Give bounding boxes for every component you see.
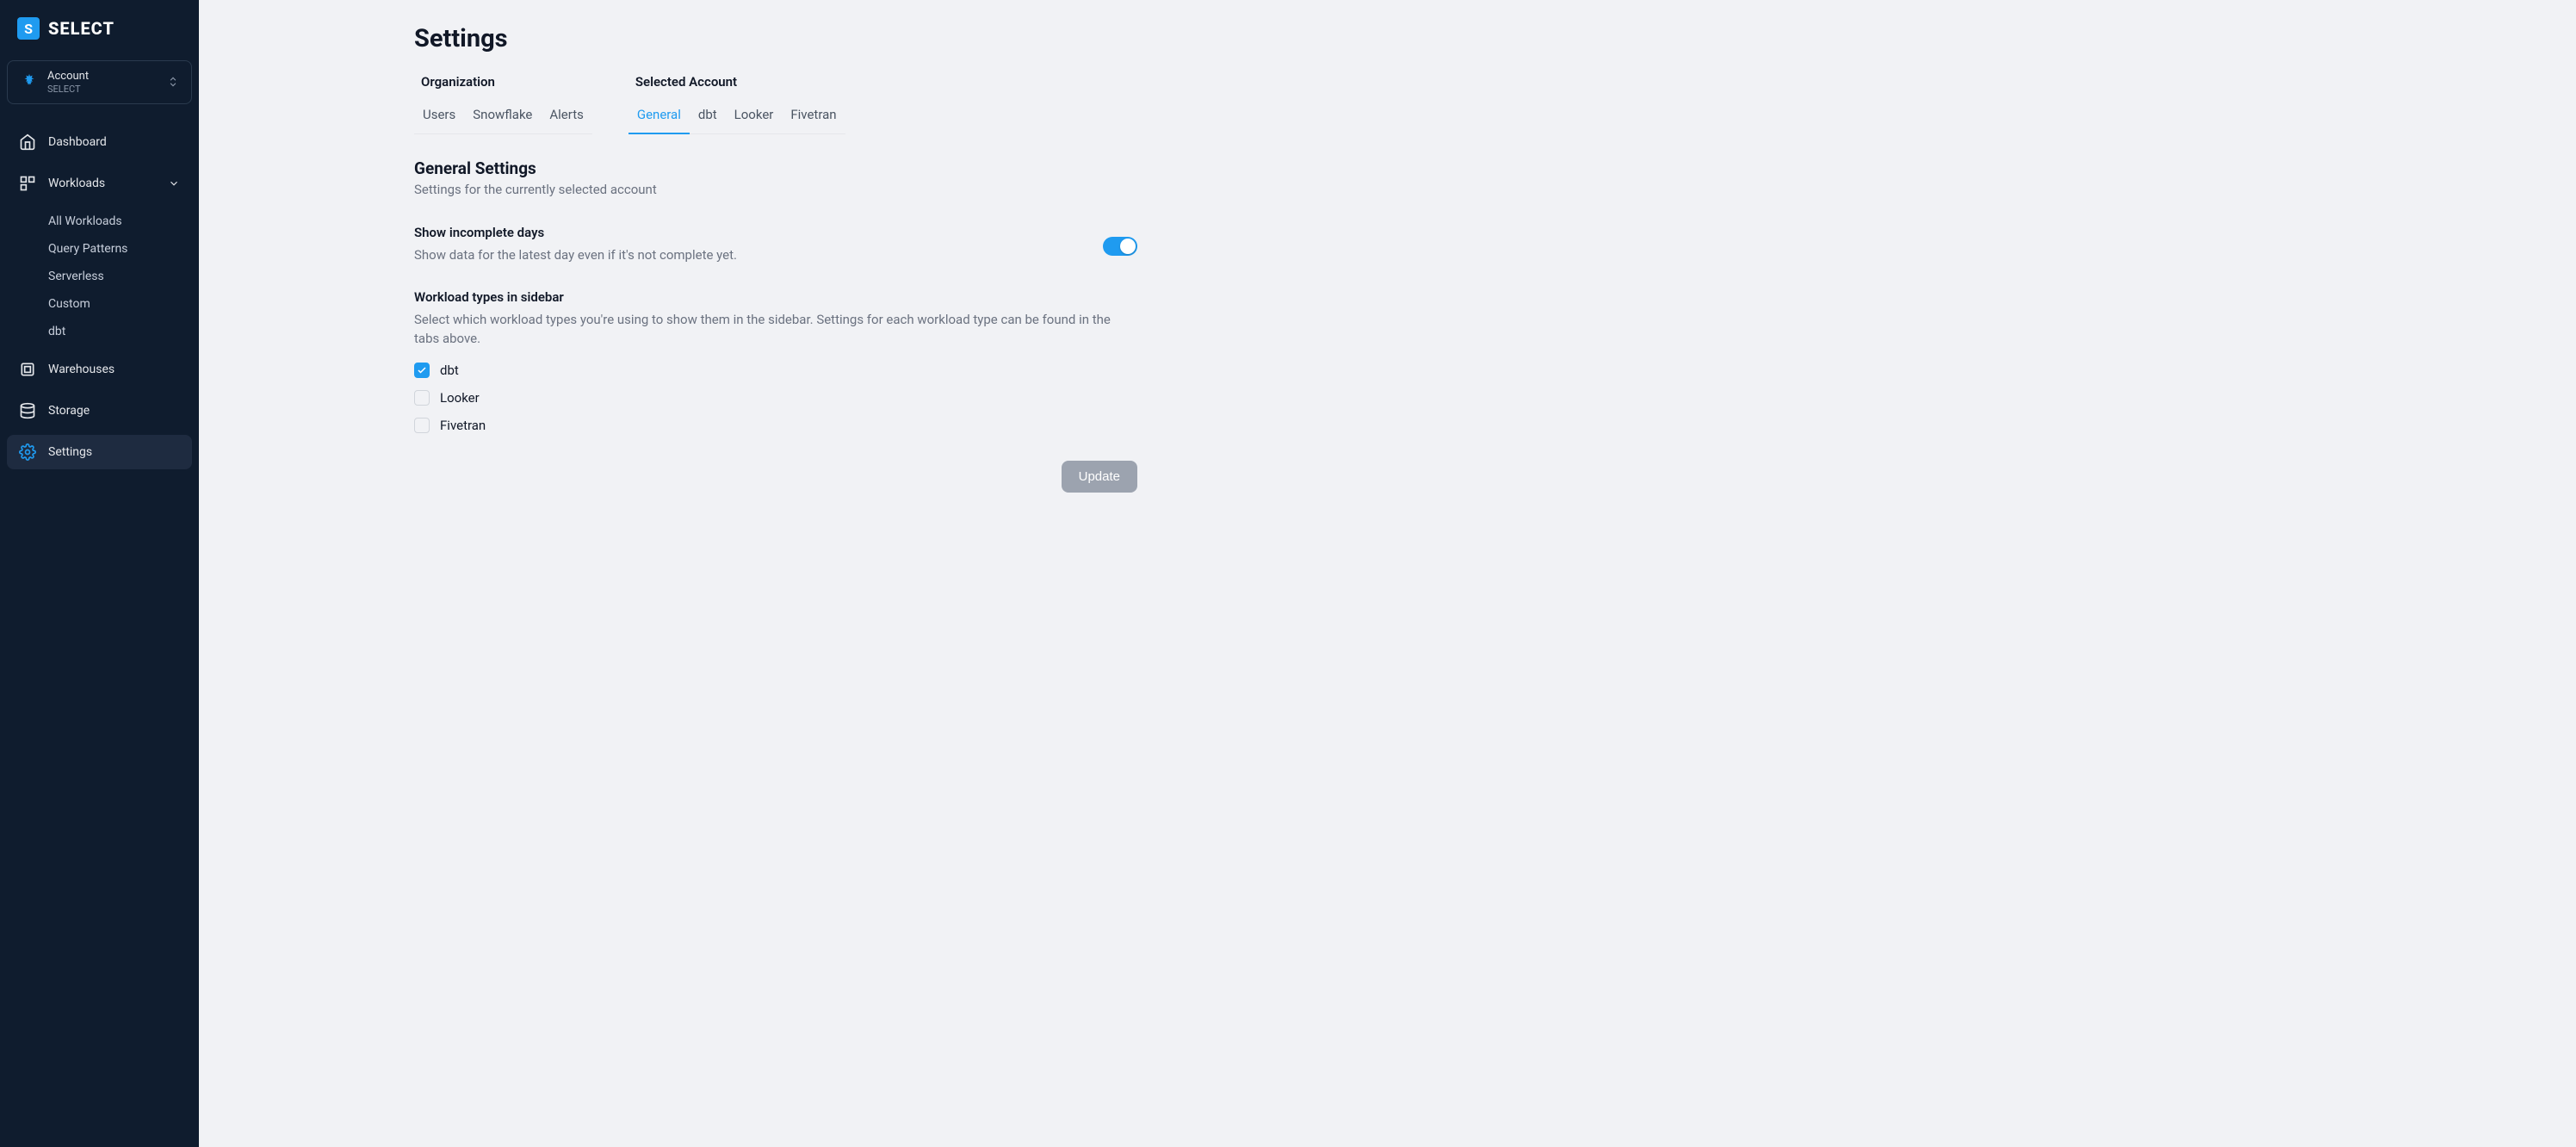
page-title: Settings <box>414 24 1137 53</box>
checkbox-label: Looker <box>440 390 480 406</box>
setting-incomplete-days: Show incomplete days Show data for the l… <box>414 225 1137 265</box>
tab-label: Snowflake <box>473 107 532 122</box>
storage-icon <box>19 402 36 419</box>
account-label: Account <box>47 70 158 84</box>
checkbox-looker[interactable] <box>414 390 430 406</box>
tab-label: Users <box>423 107 455 122</box>
sidebar-item-label: Settings <box>48 445 92 459</box>
update-button-label: Update <box>1079 469 1120 484</box>
sidebar-sub-item-query-patterns[interactable]: Query Patterns <box>7 235 192 263</box>
tab-label: dbt <box>698 107 717 122</box>
sidebar-sub-item-all-workloads[interactable]: All Workloads <box>7 208 192 235</box>
tab-users[interactable]: Users <box>414 100 464 134</box>
tab-label: Alerts <box>549 107 584 122</box>
organization-tabs: Users Snowflake Alerts <box>414 100 592 134</box>
brand-logo: S SELECT <box>7 17 192 40</box>
tab-group-title: Organization <box>414 74 592 90</box>
snowflake-icon <box>20 72 39 91</box>
sidebar-sub-label: Serverless <box>48 270 104 283</box>
button-row: Update <box>414 461 1137 493</box>
main-content: Settings Organization Users Snowflake Al… <box>199 0 2576 1147</box>
setting-desc: Show data for the latest day even if it'… <box>414 245 1068 265</box>
brand-logo-mark: S <box>17 17 40 40</box>
sidebar-sub-label: Query Patterns <box>48 242 127 256</box>
tab-label: Looker <box>734 107 774 122</box>
update-button[interactable]: Update <box>1062 461 1137 493</box>
checkbox-label: Fivetran <box>440 418 486 433</box>
tab-label: General <box>637 107 681 122</box>
check-icon <box>417 365 427 375</box>
checkbox-row-looker[interactable]: Looker <box>414 390 1137 406</box>
setting-desc: Select which workload types you're using… <box>414 310 1137 349</box>
tab-groups: Organization Users Snowflake Alerts Sele… <box>414 74 1137 134</box>
sidebar-item-label: Warehouses <box>48 363 115 376</box>
sidebar-sub-item-custom[interactable]: Custom <box>7 290 192 318</box>
sidebar-item-warehouses[interactable]: Warehouses <box>7 352 192 387</box>
tab-group-organization: Organization Users Snowflake Alerts <box>414 74 592 134</box>
brand-logo-text: SELECT <box>48 18 115 39</box>
tab-label: Fivetran <box>790 107 836 122</box>
toggle-incomplete-days[interactable] <box>1103 237 1137 256</box>
checkbox-row-dbt[interactable]: dbt <box>414 363 1137 378</box>
sidebar-item-label: Storage <box>48 404 90 418</box>
sidebar-item-label: Workloads <box>48 177 105 190</box>
tab-dbt[interactable]: dbt <box>690 100 726 134</box>
sidebar-item-dashboard[interactable]: Dashboard <box>7 125 192 159</box>
gear-icon <box>19 443 36 461</box>
setting-title: Show incomplete days <box>414 225 1068 240</box>
sidebar-sub-label: dbt <box>48 325 65 338</box>
sidebar-sub-item-dbt[interactable]: dbt <box>7 318 192 345</box>
sidebar: S SELECT Account SELECT Dashboard Worklo… <box>0 0 199 1147</box>
checkbox-label: dbt <box>440 363 459 378</box>
checkbox-dbt[interactable] <box>414 363 430 378</box>
sidebar-sub-item-serverless[interactable]: Serverless <box>7 263 192 290</box>
setting-workload-types: Workload types in sidebar Select which w… <box>414 289 1137 433</box>
tab-alerts[interactable]: Alerts <box>541 100 592 134</box>
sidebar-item-settings[interactable]: Settings <box>7 435 192 469</box>
warehouse-icon <box>19 361 36 378</box>
setting-title: Workload types in sidebar <box>414 289 1137 305</box>
tab-group-selected-account: Selected Account General dbt Looker Five… <box>629 74 845 134</box>
account-value: SELECT <box>47 84 158 95</box>
chevron-down-icon <box>168 177 180 189</box>
home-icon <box>19 133 36 151</box>
checkbox-row-fivetran[interactable]: Fivetran <box>414 418 1137 433</box>
tab-looker[interactable]: Looker <box>726 100 783 134</box>
checkbox-fivetran[interactable] <box>414 418 430 433</box>
section-subtitle: Settings for the currently selected acco… <box>414 182 1137 197</box>
workloads-sub-items: All Workloads Query Patterns Serverless … <box>7 208 192 345</box>
section-title: General Settings <box>414 158 1137 178</box>
sidebar-item-label: Dashboard <box>48 135 107 149</box>
selected-account-tabs: General dbt Looker Fivetran <box>629 100 845 134</box>
tab-fivetran[interactable]: Fivetran <box>782 100 845 134</box>
account-picker[interactable]: Account SELECT <box>7 60 192 104</box>
tab-group-title: Selected Account <box>629 74 845 90</box>
workloads-icon <box>19 175 36 192</box>
sidebar-sub-label: Custom <box>48 297 90 311</box>
workload-type-checkbox-list: dbt Looker Fivetran <box>414 363 1137 433</box>
sidebar-item-storage[interactable]: Storage <box>7 394 192 428</box>
sidebar-sub-label: All Workloads <box>48 214 122 228</box>
tab-snowflake[interactable]: Snowflake <box>464 100 541 134</box>
sidebar-item-workloads[interactable]: Workloads <box>7 166 192 201</box>
chevron-up-down-icon <box>167 76 179 88</box>
account-info: Account SELECT <box>47 70 158 95</box>
tab-general[interactable]: General <box>629 100 690 134</box>
